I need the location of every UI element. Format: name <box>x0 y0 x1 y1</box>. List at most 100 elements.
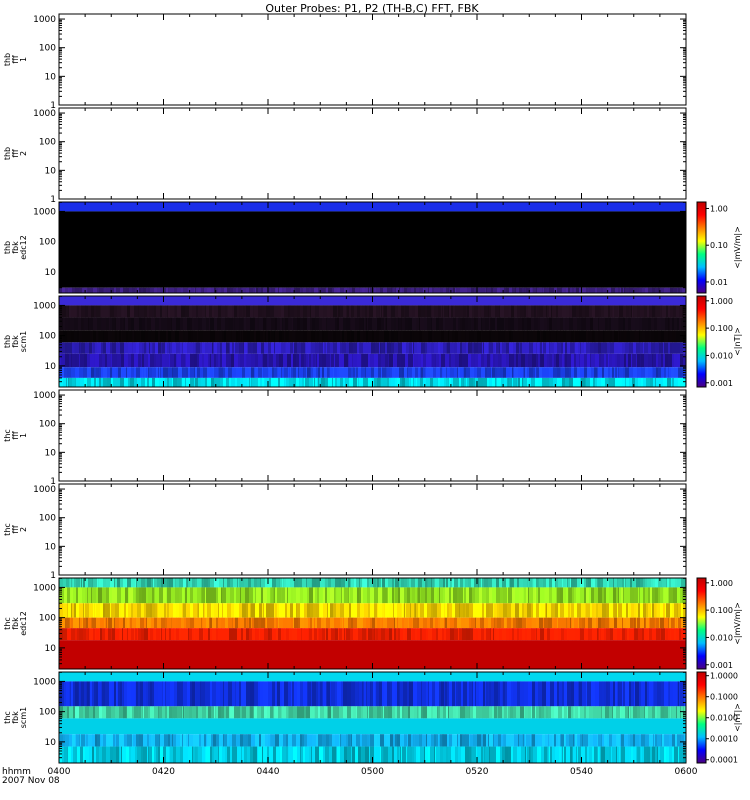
band-stripe <box>77 305 80 318</box>
band-stripe <box>93 342 96 354</box>
band-stripe <box>581 342 585 354</box>
band-stripe <box>303 287 307 293</box>
band-stripe <box>279 353 284 368</box>
band-stripe <box>408 317 413 331</box>
band-stripe <box>431 603 434 618</box>
band-stripe <box>478 377 481 387</box>
band-stripe <box>635 330 640 343</box>
band-stripe <box>422 330 425 343</box>
band-stripe <box>574 287 577 293</box>
band-stripe <box>529 342 534 354</box>
band-stripe <box>76 377 81 387</box>
band-stripe <box>647 305 650 318</box>
band-stripe <box>594 587 599 604</box>
band-stripe <box>166 287 169 293</box>
band-stripe <box>436 353 440 368</box>
band-stripe <box>505 317 509 331</box>
band-stripe <box>274 305 279 318</box>
band-stripe <box>201 734 205 747</box>
band-stripe <box>197 578 202 588</box>
band-stripe <box>538 587 541 604</box>
band-stripe <box>107 367 111 378</box>
band-stripe <box>482 603 485 618</box>
band-stripe <box>460 578 464 588</box>
band-stripe <box>575 734 578 747</box>
band-stripe <box>258 681 261 707</box>
band-stripe <box>141 287 144 293</box>
band-stripe <box>379 681 383 707</box>
band-stripe <box>196 287 199 293</box>
band-stripe <box>273 746 277 763</box>
band-stripe <box>139 734 144 747</box>
band-stripe <box>500 317 505 331</box>
band-stripe <box>226 330 231 343</box>
band-stripe <box>411 603 415 618</box>
band-stripe <box>310 317 313 331</box>
band-stripe <box>423 367 426 378</box>
band-stripe <box>617 353 621 368</box>
band-stripe <box>658 367 662 378</box>
band-stripe <box>627 628 630 641</box>
band-stripe <box>661 330 665 343</box>
band-stripe <box>259 603 263 618</box>
band-stripe <box>144 628 149 641</box>
band-stripe <box>500 681 503 707</box>
band-stripe <box>228 305 233 318</box>
band-stripe <box>440 367 443 378</box>
band-stripe <box>134 330 137 343</box>
band-stripe <box>496 628 500 641</box>
band-stripe <box>242 603 247 618</box>
band-stripe <box>347 706 352 719</box>
band-stripe <box>252 628 256 641</box>
y-axis-label: edc12 <box>19 235 28 260</box>
band-3 <box>59 706 687 719</box>
band-stripe <box>275 330 280 343</box>
band-stripe <box>649 305 653 318</box>
band-stripe <box>151 317 156 331</box>
band-stripe <box>502 706 505 719</box>
band-stripe <box>307 330 312 343</box>
band-stripe <box>538 377 543 387</box>
band-stripe <box>440 617 445 629</box>
band-stripe <box>454 617 458 629</box>
band-stripe <box>77 367 80 378</box>
band-stripe <box>323 305 328 318</box>
band-stripe <box>300 617 305 629</box>
band-stripe <box>198 317 201 331</box>
band-stripe <box>99 706 103 719</box>
band-stripe <box>630 587 635 604</box>
band-stripe <box>303 330 308 343</box>
band-stripe <box>549 367 554 378</box>
band-stripe <box>489 377 493 387</box>
band-stripe <box>531 603 534 618</box>
band-stripe <box>86 330 91 343</box>
band-stripe <box>167 617 172 629</box>
band-stripe <box>244 317 247 331</box>
band-stripe <box>380 734 385 747</box>
band-stripe <box>568 706 572 719</box>
band-stripe <box>623 305 627 318</box>
band-stripe <box>417 681 422 707</box>
band-stripe <box>105 353 108 368</box>
band-stripe <box>488 578 493 588</box>
band-stripe <box>631 681 635 707</box>
band-stripe <box>282 367 285 378</box>
band-stripe <box>525 706 529 719</box>
band-stripe <box>189 706 193 719</box>
band-stripe <box>357 342 360 354</box>
band-stripe <box>571 706 574 719</box>
band-stripe <box>561 734 565 747</box>
band-stripe <box>563 578 567 588</box>
band-stripe <box>626 603 629 618</box>
band-stripe <box>623 367 626 378</box>
band-stripe <box>307 578 312 588</box>
band-stripe <box>645 367 649 378</box>
band-stripe <box>505 330 510 343</box>
band-stripe <box>512 287 516 293</box>
band-stripe <box>251 603 256 618</box>
band-stripe <box>402 377 406 387</box>
band-stripe <box>284 305 289 318</box>
band-stripe <box>362 628 367 641</box>
band-stripe <box>254 578 258 588</box>
band-stripe <box>637 617 641 629</box>
